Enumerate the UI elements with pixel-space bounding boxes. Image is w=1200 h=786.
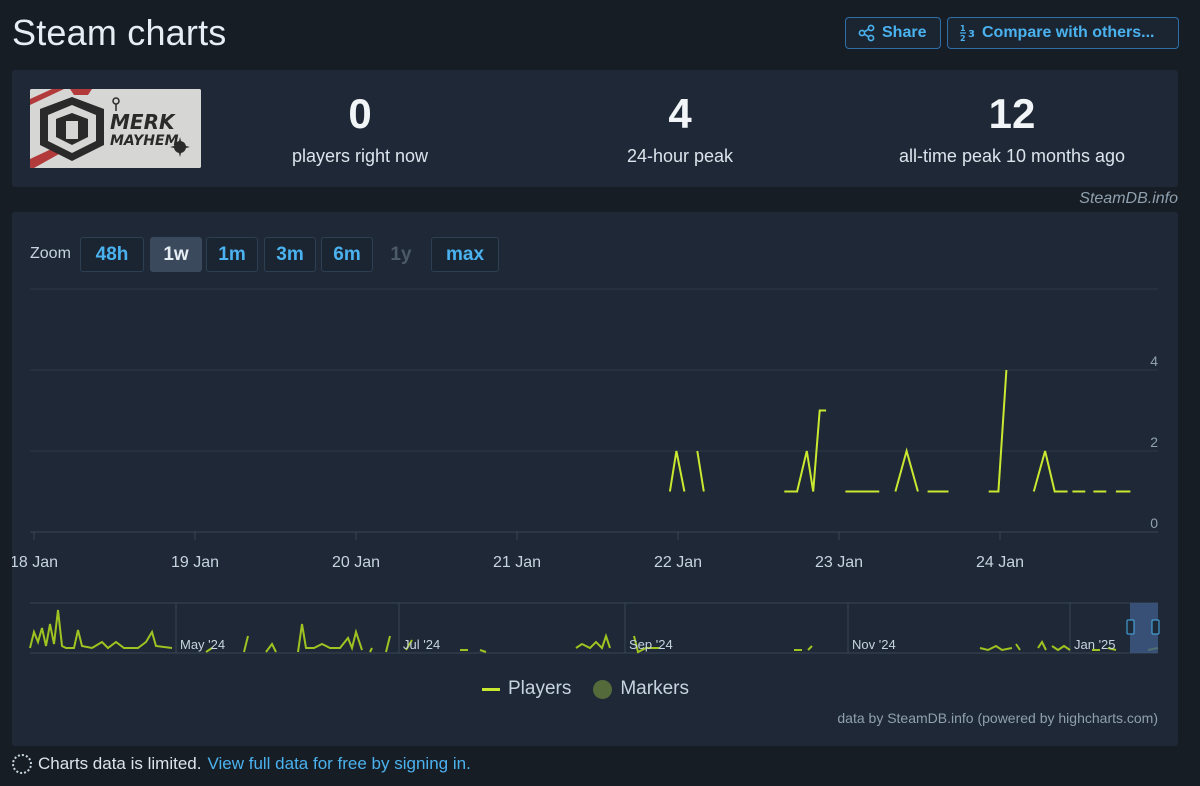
peak-24h-label: 24-hour peak (626, 146, 734, 166)
chart-legend: Players Markers (482, 678, 689, 700)
x-tick-label: 20 Jan (332, 554, 380, 571)
compare-label: Compare with others... (982, 24, 1155, 41)
compare-button[interactable]: 123 Compare with others... (947, 17, 1179, 49)
legend-item-markers[interactable]: Markers (593, 678, 689, 700)
navigator-tick-label: Nov '24 (852, 637, 896, 652)
share-label: Share (882, 24, 927, 41)
navigator-series-line (385, 635, 391, 653)
loading-spinner-icon (12, 754, 32, 774)
players-series-line (668, 450, 686, 492)
game-logo[interactable]: MERK MAYHEM (30, 89, 201, 168)
legend-item-players[interactable]: Players (482, 678, 571, 700)
markers-dot-swatch (593, 679, 613, 699)
svg-text:1: 1 (960, 24, 966, 33)
navigator-tick-label: May '24 (180, 637, 225, 652)
navigator-tick-label: Sep '24 (629, 637, 673, 652)
navigator-series-line (575, 632, 611, 650)
players-now-stat: 0 players right now (252, 90, 468, 167)
x-tick-label: 22 Jan (654, 554, 702, 571)
navigator-series-line (979, 644, 1013, 652)
navigator-series-line (1037, 640, 1047, 651)
players-series-line (1032, 450, 1068, 493)
players-series-line (696, 450, 705, 492)
share-button[interactable]: Share (845, 17, 941, 49)
peak-24h-stat: 4 24-hour peak (572, 90, 788, 167)
all-time-peak-value: 12 (988, 90, 1036, 137)
chart-panel: Zoom 48h 1w 1m 3m 6m 1y max 0 2 4 18 Jan 19 Jan 20 … (12, 212, 1178, 746)
navigator-series-line (265, 642, 277, 653)
navigator-series-line (297, 623, 363, 653)
peak-24h-value: 4 (668, 90, 692, 137)
players-line-swatch (482, 687, 500, 691)
navigator-series-line (29, 609, 173, 650)
navigator-series-line (243, 635, 249, 653)
all-time-peak-stat: 12 all-time peak 10 months ago (872, 90, 1152, 167)
x-tick-label: 21 Jan (493, 554, 541, 571)
y-tick-label: 2 (1150, 434, 1158, 450)
players-now-value: 0 (348, 90, 372, 137)
players-series-line (894, 447, 919, 492)
footer-notice-text: Charts data is limited. (38, 754, 202, 773)
share-icon (858, 24, 876, 42)
navigator-tick-label: Jul '24 (403, 637, 440, 652)
steamdb-watermark[interactable]: SteamDB.info (1079, 190, 1178, 208)
x-tick-label: 24 Jan (976, 554, 1024, 571)
x-tick-label: 23 Jan (815, 554, 863, 571)
x-tick-label: 19 Jan (171, 554, 219, 571)
players-now-label: players right now (291, 146, 429, 166)
y-tick-label: 0 (1150, 515, 1158, 531)
footer-notice: Charts data is limited. View full data f… (12, 754, 471, 774)
y-tick-label: 4 (1150, 353, 1158, 369)
fractions-icon: 123 (960, 23, 976, 43)
navigator-series-line (1051, 644, 1071, 652)
svg-text:2: 2 (960, 34, 966, 43)
legend-players-label: Players (508, 678, 572, 699)
navigator-series-line (1015, 643, 1021, 651)
navigator-left-handle[interactable] (1126, 619, 1135, 635)
logo-text-line2: MAYHEM (110, 133, 179, 149)
navigator-series-line (479, 649, 487, 653)
navigator-series-line (369, 647, 373, 653)
svg-text:3: 3 (968, 29, 975, 40)
page-title: Steam charts (12, 12, 227, 53)
navigator-right-handle[interactable] (1151, 619, 1160, 635)
navigator-series-line (807, 645, 813, 651)
players-series-line (988, 369, 1008, 493)
chart-credit[interactable]: data by SteamDB.info (powered by highcha… (837, 710, 1158, 726)
legend-markers-label: Markers (620, 678, 689, 699)
navigator-tick-label: Jan '25 (1074, 637, 1116, 652)
stats-panel: MERK MAYHEM 0 players right now 4 24-hou… (12, 70, 1178, 187)
x-tick-label: 18 Jan (12, 554, 58, 571)
all-time-peak-label: all-time peak 10 months ago (898, 146, 1126, 166)
sign-in-link[interactable]: View full data for free by signing in. (207, 754, 470, 774)
player-count-chart[interactable]: 0 2 4 18 Jan 19 Jan 20 Jan 21 Jan 22 Jan 23 Jan 2… (12, 212, 1178, 746)
logo-text-line1: MERK (110, 110, 176, 134)
